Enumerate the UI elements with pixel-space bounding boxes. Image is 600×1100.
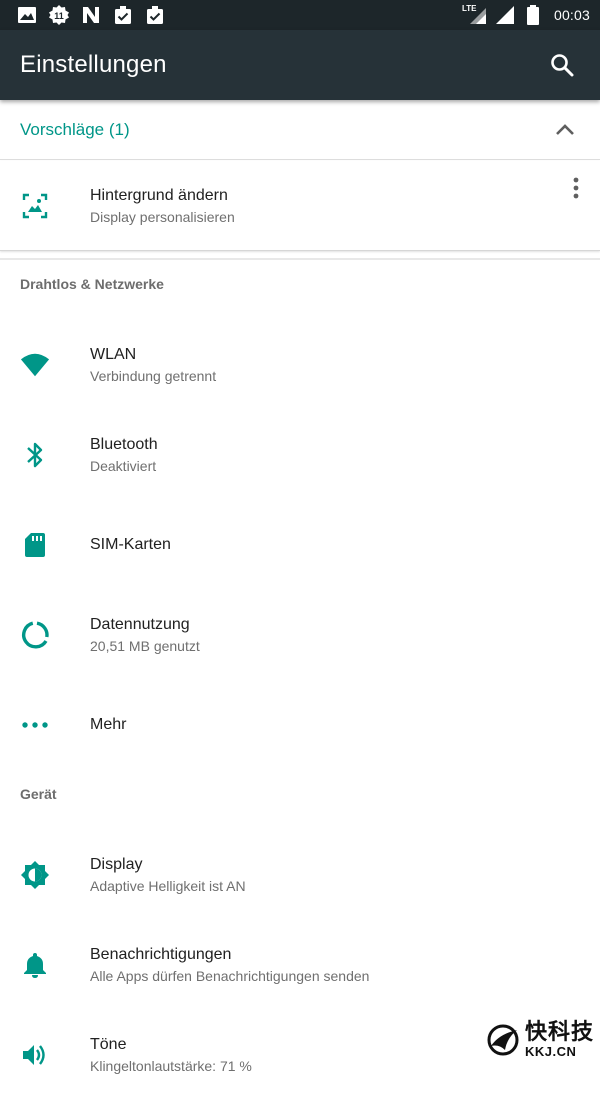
- calendar-badge-notification-icon: 11: [48, 4, 70, 26]
- bluetooth-icon: [20, 440, 50, 470]
- settings-list: Vorschläge (1) Hintergrund ändern Displa…: [0, 100, 600, 1074]
- settings-item-wlan[interactable]: WLAN Verbindung getrennt: [0, 320, 600, 410]
- lte-signal-icon: LTE: [462, 4, 488, 26]
- suggestions-title: Vorschläge (1): [20, 119, 130, 139]
- search-button[interactable]: [544, 47, 580, 83]
- task-done-notification-icon: [112, 4, 134, 26]
- settings-item-subtitle: 20,51 MB genutzt: [90, 638, 200, 654]
- settings-item-subtitle: Alle Apps dürfen Benachrichtigungen send…: [90, 968, 370, 984]
- brightness-icon: [20, 860, 50, 890]
- suggestions-header[interactable]: Vorschläge (1): [0, 100, 600, 160]
- sim-card-icon: [20, 530, 50, 560]
- settings-item-title: Datennutzung: [90, 616, 190, 633]
- svg-text:11: 11: [54, 11, 64, 21]
- settings-item-data-usage[interactable]: Datennutzung 20,51 MB genutzt: [0, 590, 600, 680]
- settings-item-subtitle: Deaktiviert: [90, 458, 157, 474]
- status-bar: 11 LTE 00:03: [0, 0, 600, 30]
- settings-item-title: SIM-Karten: [90, 536, 171, 553]
- settings-item-more[interactable]: Mehr: [0, 680, 600, 770]
- gallery-notification-icon: [16, 4, 38, 26]
- suggestion-overflow-button[interactable]: [566, 175, 586, 201]
- settings-item-subtitle: Adaptive Helligkeit ist AN: [90, 878, 246, 894]
- section-divider: [0, 258, 600, 260]
- more-icon: [20, 710, 50, 740]
- cell-signal-icon: [494, 4, 516, 26]
- watermark-logo-icon: [487, 1024, 519, 1055]
- section-header-device: Gerät: [20, 786, 57, 802]
- bell-icon: [20, 950, 50, 980]
- watermark-main-text: 快科技: [524, 1019, 594, 1044]
- settings-item-title: Benachrichtigungen: [90, 946, 232, 963]
- suggestion-subtitle: Display personalisieren: [90, 209, 235, 225]
- settings-item-bluetooth[interactable]: Bluetooth Deaktiviert: [0, 410, 600, 500]
- settings-item-title: WLAN: [90, 346, 137, 363]
- watermark: 快科技 KKJ.CN: [485, 1021, 594, 1058]
- settings-item-title: Mehr: [90, 716, 127, 733]
- overflow-menu-icon: [573, 177, 579, 199]
- suggestion-card[interactable]: Hintergrund ändern Display personalisier…: [0, 161, 600, 251]
- battery-icon: [522, 4, 544, 26]
- wallpaper-icon: [20, 191, 50, 221]
- settings-item-sim-cards[interactable]: SIM-Karten: [0, 500, 600, 590]
- clock-time: 00:03: [553, 7, 590, 23]
- settings-item-title: Display: [90, 856, 143, 873]
- page-title: Einstellungen: [20, 51, 167, 78]
- app-toolbar: Einstellungen: [0, 30, 600, 100]
- task-done-notification-icon-2: [144, 4, 166, 26]
- search-icon: [551, 54, 574, 77]
- chevron-up-icon: [556, 123, 574, 135]
- data-usage-icon: [20, 620, 50, 650]
- collapse-suggestions-button[interactable]: [550, 115, 580, 145]
- app-n-notification-icon: [80, 4, 102, 26]
- settings-item-display[interactable]: Display Adaptive Helligkeit ist AN: [0, 830, 600, 920]
- suggestion-item-wallpaper[interactable]: Hintergrund ändern Display personalisier…: [0, 161, 600, 251]
- watermark-sub-text: KKJ.CN: [524, 1044, 577, 1059]
- suggestion-title: Hintergrund ändern: [90, 187, 228, 204]
- settings-item-title: Bluetooth: [90, 436, 158, 453]
- wifi-icon: [20, 350, 50, 380]
- settings-item-notifications[interactable]: Benachrichtigungen Alle Apps dürfen Bena…: [0, 920, 600, 1010]
- settings-item-subtitle: Verbindung getrennt: [90, 368, 217, 384]
- section-header-wireless: Drahtlos & Netzwerke: [20, 276, 164, 292]
- settings-item-subtitle: Klingeltonlautstärke: 71 %: [90, 1058, 252, 1074]
